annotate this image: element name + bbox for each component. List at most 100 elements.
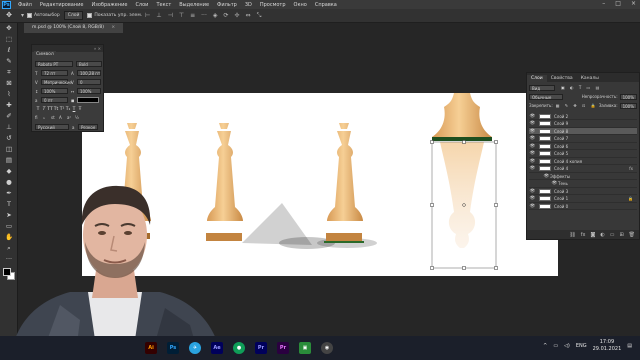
volume-icon[interactable]: ◁)	[564, 343, 570, 349]
add-style-icon[interactable]: fx	[581, 232, 586, 238]
layer-effect-item[interactable]: 👁 Тень	[529, 181, 637, 188]
eye-icon[interactable]: 👁	[529, 114, 536, 119]
eye-icon[interactable]: 👁	[529, 204, 536, 209]
eye-icon[interactable]: 👁	[529, 121, 536, 126]
transform-handle[interactable]	[430, 140, 434, 144]
adjustment-layer-icon[interactable]: ◐	[600, 232, 604, 238]
opentype-ordinal-icon[interactable]: aᵃ	[67, 115, 75, 120]
maximize-icon[interactable]: □	[615, 0, 621, 7]
transform-handle[interactable]	[430, 203, 434, 207]
align-top-icon[interactable]: ⊤	[179, 12, 184, 19]
lasso-tool-icon[interactable]: ℓ	[0, 45, 18, 56]
obs-app-icon[interactable]: ◉	[321, 342, 333, 354]
new-layer-icon[interactable]: ⊞	[619, 232, 623, 238]
layer-kind-filter[interactable]: Вид	[529, 84, 555, 91]
menu-window[interactable]: Окно	[290, 2, 311, 8]
3d-scale-icon[interactable]: ⤡	[257, 12, 262, 20]
menu-type[interactable]: Текст	[152, 2, 175, 8]
opentype-fi-icon[interactable]: fi	[35, 115, 43, 120]
layer-row[interactable]: 👁 Слой 0	[529, 203, 637, 211]
tray-chevron-icon[interactable]: ^	[543, 343, 547, 349]
align-left-icon[interactable]: ⊢	[145, 12, 150, 19]
text-color-swatch[interactable]	[77, 97, 99, 103]
opentype-swash-icon[interactable]: st	[51, 115, 59, 120]
auto-select-checkbox[interactable]	[27, 13, 33, 18]
blur-tool-icon[interactable]: ◆	[0, 166, 18, 177]
opentype-ligature-icon[interactable]: ℴ	[43, 115, 51, 120]
notifications-icon[interactable]: ▤	[627, 343, 632, 349]
layer-row[interactable]: 👁 Слой 9	[529, 121, 637, 128]
document-tab[interactable]: m.psd @ 100% (Слой 8, RGB/8) ×	[24, 23, 124, 33]
foreground-color-swatch[interactable]	[3, 268, 11, 276]
baseline-shift-field[interactable]: 0 пт	[41, 97, 68, 103]
quick-select-tool-icon[interactable]: ✎	[0, 56, 18, 67]
opentype-fraction-icon[interactable]: ½	[75, 115, 83, 120]
eye-icon[interactable]: 👁	[543, 174, 550, 179]
show-transform-checkbox[interactable]	[87, 13, 93, 18]
link-layers-icon[interactable]: ⛓	[569, 232, 575, 238]
vertical-scale-field[interactable]: 100%	[41, 88, 68, 94]
frame-tool-icon[interactable]: ⊠	[0, 78, 18, 89]
menu-layers[interactable]: Слои	[131, 2, 152, 8]
layer-effects-row[interactable]: 👁 Эффекты	[529, 173, 637, 181]
more-options-icon[interactable]: ···	[201, 12, 207, 19]
3d-slide-icon[interactable]: ⇔	[246, 12, 251, 19]
eye-icon[interactable]: 👁	[529, 159, 536, 164]
layer-fx-badge[interactable]: fx	[629, 166, 633, 171]
transform-handle[interactable]	[494, 140, 498, 144]
green-app-icon[interactable]: ▣	[299, 342, 311, 354]
eyedropper-tool-icon[interactable]: ⌇	[0, 89, 18, 100]
gradient-tool-icon[interactable]: ▤	[0, 155, 18, 166]
premiere-rush-app-icon[interactable]: Pr	[277, 342, 289, 354]
font-family-select[interactable]: Roboto PT	[35, 61, 73, 67]
after-effects-app-icon[interactable]: Ae	[211, 342, 223, 354]
eye-icon[interactable]: 👁	[529, 151, 536, 156]
photoshop-app-icon[interactable]: Ps	[167, 342, 179, 354]
menu-view[interactable]: Просмотр	[256, 2, 290, 8]
3d-mode-icon[interactable]: ◈	[213, 12, 218, 19]
history-brush-tool-icon[interactable]: ↺	[0, 133, 18, 144]
eye-icon[interactable]: 👁	[529, 144, 536, 149]
transform-handle[interactable]	[430, 266, 434, 270]
layer-row[interactable]: 👁 Слой 6	[529, 143, 637, 151]
font-size-field[interactable]: 72 пт	[41, 70, 68, 76]
eye-icon[interactable]: 👁	[529, 166, 536, 171]
network-icon[interactable]: ▭	[553, 343, 558, 349]
eraser-tool-icon[interactable]: ◫	[0, 144, 18, 155]
transform-handle[interactable]	[494, 266, 498, 270]
menu-edit[interactable]: Редактирование	[36, 2, 88, 8]
layer-row-selected[interactable]: 👁 Слой 8	[529, 128, 637, 136]
layer-row[interactable]: 👁 Слой 5	[529, 151, 637, 158]
auto-select-target-dropdown[interactable]: Слой	[63, 11, 84, 20]
eye-icon[interactable]: 👁	[529, 129, 536, 134]
antialias-select[interactable]: Резкое	[78, 124, 98, 130]
transform-handle[interactable]	[494, 203, 498, 207]
align-right-icon[interactable]: ⊣	[168, 12, 173, 19]
menu-image[interactable]: Изображение	[87, 2, 131, 8]
collapse-icon[interactable]: »	[94, 46, 96, 51]
horizontal-scale-field[interactable]: 100%	[77, 88, 101, 94]
eye-icon[interactable]: 👁	[529, 136, 536, 141]
character-panel-title[interactable]: Символ	[34, 51, 56, 58]
layer-row[interactable]: 👁 Слой 3	[529, 188, 637, 196]
close-icon[interactable]: ×	[631, 0, 636, 7]
add-mask-icon[interactable]: ◙	[590, 232, 595, 238]
align-center-icon[interactable]: ⊥	[156, 12, 161, 19]
delete-layer-icon[interactable]: 🗑	[629, 232, 635, 238]
distribute-icon[interactable]: ≡	[190, 12, 195, 19]
telegram-app-icon[interactable]: ✈	[189, 342, 201, 354]
layer-row[interactable]: 👁 Слой 7	[529, 136, 637, 143]
chess-queen-4[interactable]	[432, 93, 492, 141]
layer-row[interactable]: 👁 Слой 2	[529, 113, 637, 121]
menu-help[interactable]: Справка	[311, 2, 341, 8]
opacity-field[interactable]: 100%	[619, 93, 637, 100]
opentype-alternate-icon[interactable]: A	[59, 115, 67, 120]
kerning-field[interactable]: Метрические	[41, 79, 72, 85]
3d-pan-icon[interactable]: ✢	[235, 12, 240, 19]
input-language[interactable]: ENG	[576, 343, 587, 349]
tab-channels[interactable]: Каналы	[577, 75, 603, 82]
lock-icons[interactable]: ▦ ✎ ✥ ⊡ 🔒	[556, 103, 598, 108]
brush-tool-icon[interactable]: ✐	[0, 111, 18, 122]
transform-handle[interactable]	[462, 140, 466, 144]
chess-queen-3[interactable]	[324, 123, 364, 243]
